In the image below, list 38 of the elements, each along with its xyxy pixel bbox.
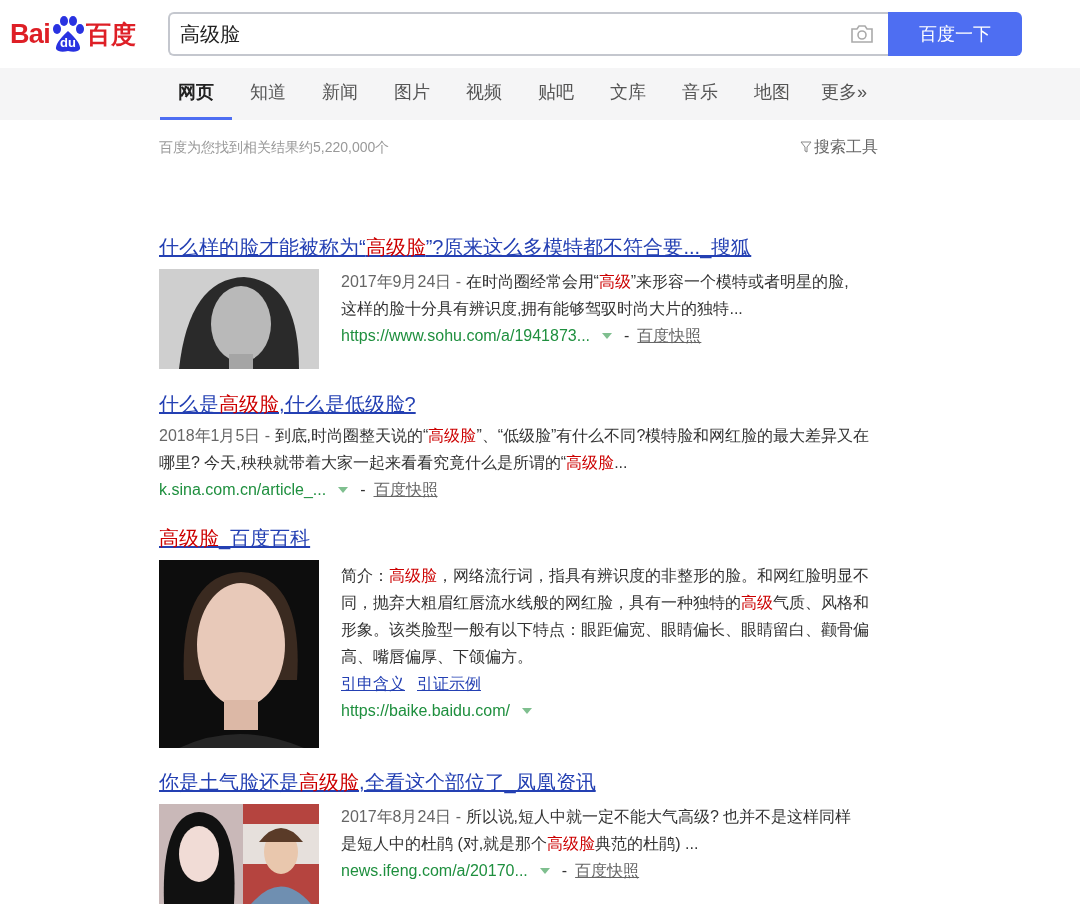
caret-icon[interactable] bbox=[602, 332, 613, 339]
result-snippet: 简介：高级脸，网络流行词，指具有辨识度的非整形的脸。和网红脸明显不同，抛弃大粗眉红唇流水线般的网红脸，具有一种独特的高级气质、风格和形象。该类脸型一般有以下特点：眼距偏宽、眼睛偏长、眼睛留白、颧骨偏高、嘴唇偏厚、下颌偏方。 bbox=[341, 566, 870, 667]
filter-icon[interactable] bbox=[800, 141, 812, 153]
caret-icon[interactable] bbox=[539, 867, 550, 874]
nav-tab[interactable]: 网页 bbox=[160, 68, 232, 120]
snapshot-link[interactable]: 百度快照 bbox=[637, 322, 702, 349]
nav-tab[interactable]: 更多» bbox=[808, 68, 880, 120]
result-snippet: 2018年1月5日 - 到底,时尚圈整天说的“高级脸”、“低级脸”有什么不同?模特脸和网红脸的最大差异又在哪里? 今天,秧秧就带着大家一起来看看究竟什么是所谓的“高级脸... bbox=[159, 426, 871, 473]
nav-tab[interactable]: 贴吧 bbox=[520, 68, 592, 120]
nav-tab[interactable]: 视频 bbox=[448, 68, 520, 120]
snapshot-link[interactable]: 百度快照 bbox=[373, 476, 438, 503]
camera-icon[interactable] bbox=[850, 24, 874, 44]
search-field[interactable]: 高级脸 bbox=[168, 12, 888, 56]
nav-tab[interactable]: 知道 bbox=[232, 68, 304, 120]
search-tools-link[interactable]: 搜索工具 bbox=[814, 135, 878, 159]
caret-icon[interactable] bbox=[522, 707, 532, 714]
separator: - bbox=[624, 326, 630, 346]
result-url: k.sina.com.cn/article_... bbox=[159, 480, 327, 500]
result-url: https://baike.baidu.com/ bbox=[341, 701, 510, 721]
result-url: news.ifeng.com/a/20170... bbox=[341, 861, 528, 881]
related-link[interactable]: 引证示例 bbox=[417, 670, 481, 697]
result-snippet: 2017年8月24日 - 所以说,短人中就一定不能大气高级? 也并不是这样同样是短人中的杜鹃 (对,就是那个高级脸典范的杜鹃) ... bbox=[341, 807, 853, 854]
separator: - bbox=[360, 480, 366, 500]
nav-tab[interactable]: 地图 bbox=[736, 68, 808, 120]
logo-text: 百度 bbox=[86, 21, 136, 47]
nav-tab[interactable]: 文库 bbox=[592, 68, 664, 120]
logo-text: Bai bbox=[10, 17, 50, 51]
search-button[interactable]: 百度一下 bbox=[888, 12, 1022, 56]
nav-tab[interactable]: 图片 bbox=[376, 68, 448, 120]
related-link[interactable]: 引申含义 bbox=[341, 670, 405, 697]
nav-tab[interactable]: 新闻 bbox=[304, 68, 376, 120]
nav-tab[interactable]: 音乐 bbox=[664, 68, 736, 120]
separator: - bbox=[561, 861, 568, 881]
result-url: https://www.sohu.com/a/1941873... bbox=[341, 326, 591, 346]
result-snippet: 2017年9月24日 - 在时尚圈经常会用“高级”来形容一个模特或者明星的脸,这样的脸十分具有辨识度,拥有能够驾驭时尚大片的独特... bbox=[341, 272, 850, 319]
snapshot-link[interactable]: 百度快照 bbox=[575, 857, 640, 884]
caret-icon[interactable] bbox=[338, 486, 349, 493]
result-count: 百度为您找到相关结果约5,220,000个 bbox=[159, 137, 390, 157]
